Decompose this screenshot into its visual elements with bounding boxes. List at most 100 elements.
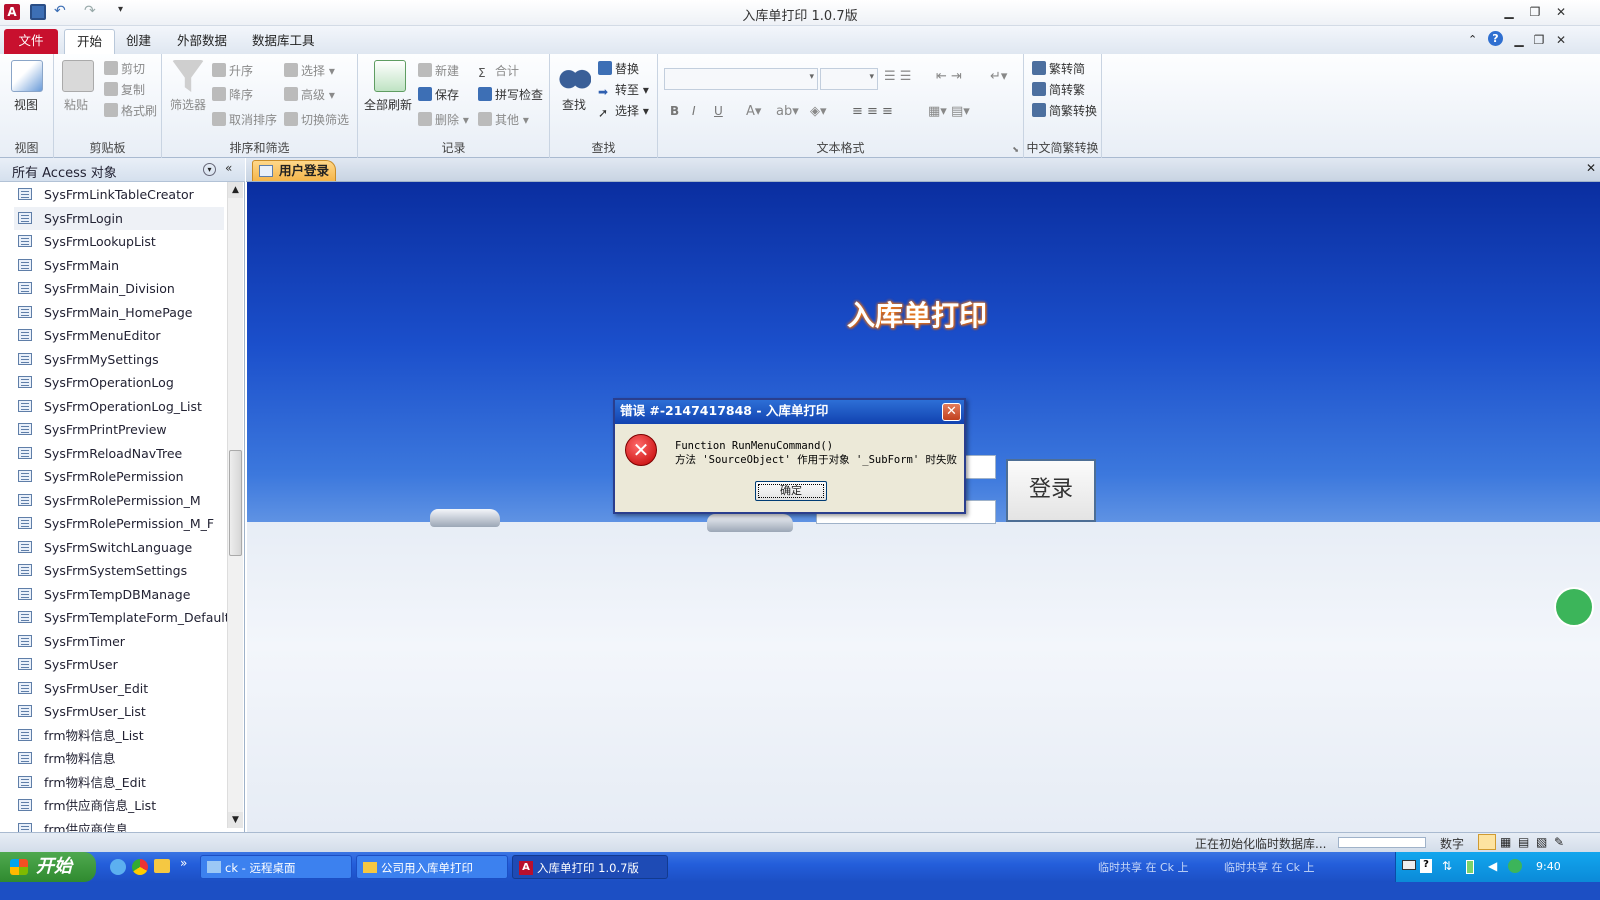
scroll-thumb[interactable] [229, 450, 242, 556]
datasheet-view-icon[interactable]: ▦ [1500, 835, 1511, 849]
restore-icon[interactable]: ❐ [1526, 4, 1544, 20]
view-icon[interactable] [11, 60, 43, 92]
delete-record-button[interactable]: 删除 ▾ [418, 111, 469, 128]
nav-item-form[interactable]: frm供应商信息_List [14, 794, 224, 818]
nav-item-form[interactable]: SysFrmRolePermission_M_F [14, 512, 224, 536]
tab-home[interactable]: 开始 [64, 29, 116, 54]
nav-item-form[interactable]: SysFrmUser_List [14, 700, 224, 724]
refresh-all-button[interactable]: 全部刷新 [364, 96, 412, 113]
clear-sort-button[interactable]: 取消排序 [212, 111, 277, 128]
nav-item-form[interactable]: SysFrmLogin [14, 206, 224, 230]
tab-external-data[interactable]: 外部数据 [165, 29, 239, 54]
trad-to-simp-button[interactable]: 繁转简 [1032, 60, 1085, 77]
quicklaunch-more-icon[interactable]: » [180, 856, 187, 870]
nav-item-form[interactable]: SysFrmRolePermission_M [14, 489, 224, 513]
bold-button[interactable]: B [670, 104, 679, 118]
doc-minimize-icon[interactable]: ▁ [1510, 32, 1528, 48]
login-button[interactable]: 登录 [1006, 459, 1096, 522]
indent-icon[interactable]: ⇤ ⇥ [936, 69, 962, 84]
nav-item-form[interactable]: SysFrmPrintPreview [14, 418, 224, 442]
nav-item-form[interactable]: SysFrmSwitchLanguage [14, 536, 224, 560]
nav-item-form[interactable]: SysFrmTimer [14, 630, 224, 654]
quicklaunch-ie-icon[interactable] [110, 859, 126, 875]
align-icon[interactable]: ≡ ≡ ≡ [852, 104, 893, 119]
advanced-button[interactable]: 高级 ▾ [284, 86, 335, 103]
totals-button[interactable]: Σ 合计 [478, 62, 519, 80]
nav-item-form[interactable]: SysFrmRolePermission [14, 465, 224, 489]
keyboard-icon[interactable] [1402, 860, 1416, 870]
close-icon[interactable]: ✕ [1552, 4, 1570, 20]
nav-item-form[interactable]: SysFrmTempDBManage [14, 583, 224, 607]
ok-button[interactable]: 确定 [755, 481, 827, 501]
highlight-icon[interactable]: ab▾ [776, 104, 799, 119]
nav-item-form[interactable]: SysFrmUser [14, 653, 224, 677]
bullets-icon[interactable]: ☰ ☰ [884, 69, 911, 84]
italic-button[interactable]: I [692, 104, 696, 118]
dialog-launcher-icon[interactable]: ⬊ [1012, 145, 1019, 154]
fill-color-icon[interactable]: ◈▾ [810, 104, 827, 119]
nav-item-form[interactable]: SysFrmLinkTableCreator [14, 183, 224, 207]
nav-item-form[interactable]: SysFrmTemplateForm_Default [14, 606, 227, 630]
quicklaunch-folder-icon[interactable] [154, 859, 170, 873]
more-button[interactable]: 其他 ▾ [478, 111, 529, 128]
nav-item-form[interactable]: SysFrmReloadNavTree [14, 442, 224, 466]
network-icon[interactable]: ⇅ [1442, 859, 1452, 873]
paragraph-icon[interactable]: ↵▾ [990, 69, 1007, 84]
nav-item-form[interactable]: SysFrmMain_HomePage [14, 301, 224, 325]
paste-icon[interactable] [62, 60, 94, 92]
layout-view-icon[interactable]: ▤ [1518, 835, 1529, 849]
toggle-filter-button[interactable]: 切换筛选 [284, 111, 349, 128]
nav-item-form[interactable]: SysFrmMain_Division [14, 277, 224, 301]
sort-asc-button[interactable]: 升序 [212, 62, 253, 79]
copy-button[interactable]: 复制 [104, 81, 145, 98]
view-button[interactable]: 视图 [14, 96, 38, 113]
edit-view-icon[interactable]: ✎ [1554, 835, 1564, 849]
nav-item-form[interactable]: frm物料信息_Edit [14, 771, 224, 795]
speaker-icon[interactable]: ◀ [1488, 859, 1497, 873]
binoculars-icon[interactable] [559, 60, 591, 92]
nav-item-form[interactable]: SysFrmMain [14, 254, 224, 278]
nav-item-form[interactable]: frm物料信息_List [14, 724, 224, 748]
nav-item-form[interactable]: SysFrmMySettings [14, 348, 224, 372]
filter-icon[interactable] [172, 60, 204, 92]
refresh-all-icon[interactable] [374, 60, 406, 92]
nav-item-form[interactable]: SysFrmUser_Edit [14, 677, 224, 701]
find-button[interactable]: 查找 [562, 96, 586, 113]
tab-create[interactable]: 创建 [114, 29, 163, 54]
nav-item-form[interactable]: frm物料信息 [14, 747, 224, 771]
selection-button[interactable]: 选择 ▾ [284, 62, 335, 79]
help-tray-icon[interactable]: ? [1420, 859, 1432, 873]
tab-database-tools[interactable]: 数据库工具 [240, 29, 327, 54]
nav-item-form[interactable]: SysFrmLookupList [14, 230, 224, 254]
nav-item-form[interactable]: SysFrmOperationLog_List [14, 395, 224, 419]
paste-button[interactable]: 粘贴 [64, 96, 88, 113]
minimize-ribbon-icon[interactable]: ⌃ [1468, 33, 1477, 46]
sort-desc-button[interactable]: 降序 [212, 86, 253, 103]
cut-button[interactable]: 剪切 [104, 60, 145, 77]
scroll-down-icon[interactable]: ▼ [228, 812, 243, 828]
font-size-select[interactable]: ▾ [820, 68, 878, 90]
close-document-icon[interactable]: ✕ [1586, 161, 1596, 175]
task-access-app[interactable]: A 入库单打印 1.0.7版 [512, 855, 668, 879]
new-record-button[interactable]: 新建 [418, 62, 459, 79]
goto-button[interactable]: ➡ 转至 ▾ [598, 81, 649, 99]
underline-button[interactable]: U [714, 104, 723, 118]
task-remote-desktop[interactable]: ck - 远程桌面 [200, 855, 352, 879]
tab-user-login[interactable]: 用户登录 [252, 160, 336, 181]
help-icon[interactable]: ? [1488, 31, 1503, 46]
task-folder[interactable]: 公司用入库单打印 [356, 855, 508, 879]
minimize-icon[interactable]: ▁ [1500, 4, 1518, 20]
font-color-icon[interactable]: A▾ [746, 104, 761, 119]
gridlines-icon[interactable]: ▦▾ ▤▾ [928, 104, 970, 119]
replace-button[interactable]: 替换 [598, 60, 639, 77]
doc-restore-icon[interactable]: ❐ [1530, 32, 1548, 48]
nav-item-form[interactable]: SysFrmOperationLog [14, 371, 224, 395]
font-name-select[interactable]: ▾ [664, 68, 818, 90]
nav-item-form[interactable]: SysFrmMenuEditor [14, 324, 224, 348]
start-button[interactable]: 开始 [0, 852, 96, 882]
tab-file[interactable]: 文件 [4, 29, 58, 54]
select-button[interactable]: ➚ 选择 ▾ [598, 102, 649, 120]
security-icon[interactable] [1508, 859, 1522, 873]
scroll-up-icon[interactable]: ▲ [228, 182, 243, 198]
format-painter-button[interactable]: 格式刷 [104, 102, 157, 119]
